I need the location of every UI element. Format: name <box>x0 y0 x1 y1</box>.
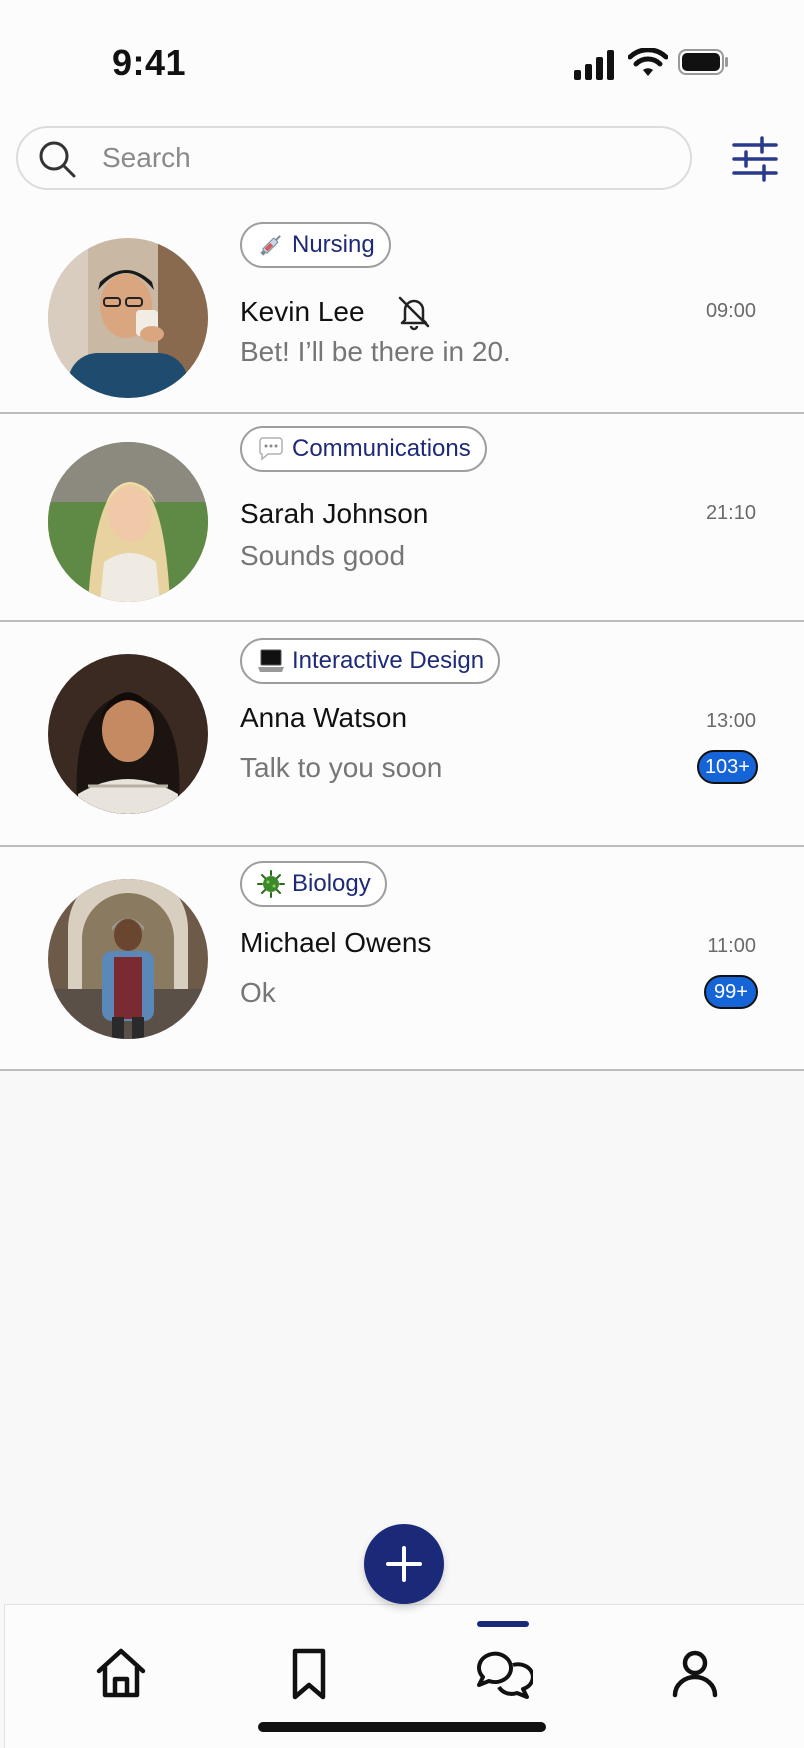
chat-list: Nursing Kevin Lee Bet! I’ll be there in … <box>0 216 804 1071</box>
chat-bubbles-icon <box>477 1651 533 1699</box>
status-bar: 9:41 <box>0 0 804 120</box>
course-tag-label: Interactive Design <box>292 647 485 674</box>
contact-name: Sarah Johnson <box>240 498 429 529</box>
unread-count-badge: 99+ <box>704 975 758 1009</box>
course-tag[interactable]: Biology <box>240 861 387 907</box>
unread-count-badge: 103+ <box>696 750 758 784</box>
chat-item[interactable]: Interactive Design Anna Watson Talk to y… <box>0 622 804 847</box>
home-icon <box>96 1648 146 1698</box>
message-preview: Talk to you soon <box>240 752 443 783</box>
message-preview: Ok <box>240 977 276 1008</box>
speech-bubble-icon <box>256 434 286 464</box>
cellular-signal-icon <box>574 50 614 80</box>
avatar <box>48 442 208 602</box>
message-time: 11:00 <box>707 935 756 957</box>
new-chat-button[interactable] <box>364 1524 444 1604</box>
syringe-icon <box>256 230 286 260</box>
chat-item[interactable]: Communications Sarah Johnson Sounds good… <box>0 414 804 622</box>
muted-bell-icon <box>398 296 430 331</box>
avatar <box>48 238 208 398</box>
search-icon <box>39 141 76 178</box>
avatar <box>48 654 208 814</box>
active-tab-indicator <box>477 1621 529 1627</box>
course-tag-label: Communications <box>292 435 471 462</box>
bookmark-icon <box>292 1648 326 1700</box>
chat-list-screen: 9:41 Search Nursing Kevin Lee Bet! I’ll … <box>0 0 804 1748</box>
nav-messages[interactable] <box>473 1643 533 1703</box>
message-time: 09:00 <box>705 300 756 322</box>
message-time: 21:10 <box>705 502 756 524</box>
fab-wrapper <box>364 1524 448 1608</box>
course-tag-label: Biology <box>292 870 371 897</box>
contact-name: Kevin Lee <box>240 296 365 327</box>
message-preview: Sounds good <box>240 540 406 571</box>
contact-name: Anna Watson <box>240 702 408 733</box>
chat-item[interactable]: Biology Michael Owens Ok 11:00 99+ <box>0 847 804 1071</box>
plus-icon <box>386 1546 422 1582</box>
contact-name: Michael Owens <box>240 927 432 958</box>
course-tag[interactable]: Interactive Design <box>240 638 501 684</box>
search-row <box>0 120 804 216</box>
course-tag[interactable]: Communications <box>240 426 487 472</box>
filter-sliders-icon[interactable] <box>732 136 778 182</box>
chat-item[interactable]: Nursing Kevin Lee Bet! I’ll be there in … <box>0 216 804 414</box>
avatar <box>48 879 208 1039</box>
search-input[interactable] <box>102 138 662 178</box>
nav-saved[interactable] <box>279 1643 339 1703</box>
home-indicator <box>258 1722 546 1732</box>
message-time: 13:00 <box>705 710 756 732</box>
wifi-icon <box>628 48 668 76</box>
person-icon <box>672 1650 718 1698</box>
battery-icon <box>678 49 728 75</box>
course-tag[interactable]: Nursing <box>240 222 391 268</box>
nav-profile[interactable] <box>665 1643 725 1703</box>
message-preview: Bet! I’ll be there in 20. <box>240 336 511 367</box>
nav-home[interactable] <box>91 1643 151 1703</box>
laptop-icon <box>256 646 286 676</box>
status-time: 9:41 <box>112 42 187 83</box>
course-tag-label: Nursing <box>292 231 375 258</box>
microbe-icon <box>256 869 286 899</box>
search-box[interactable] <box>16 126 692 190</box>
